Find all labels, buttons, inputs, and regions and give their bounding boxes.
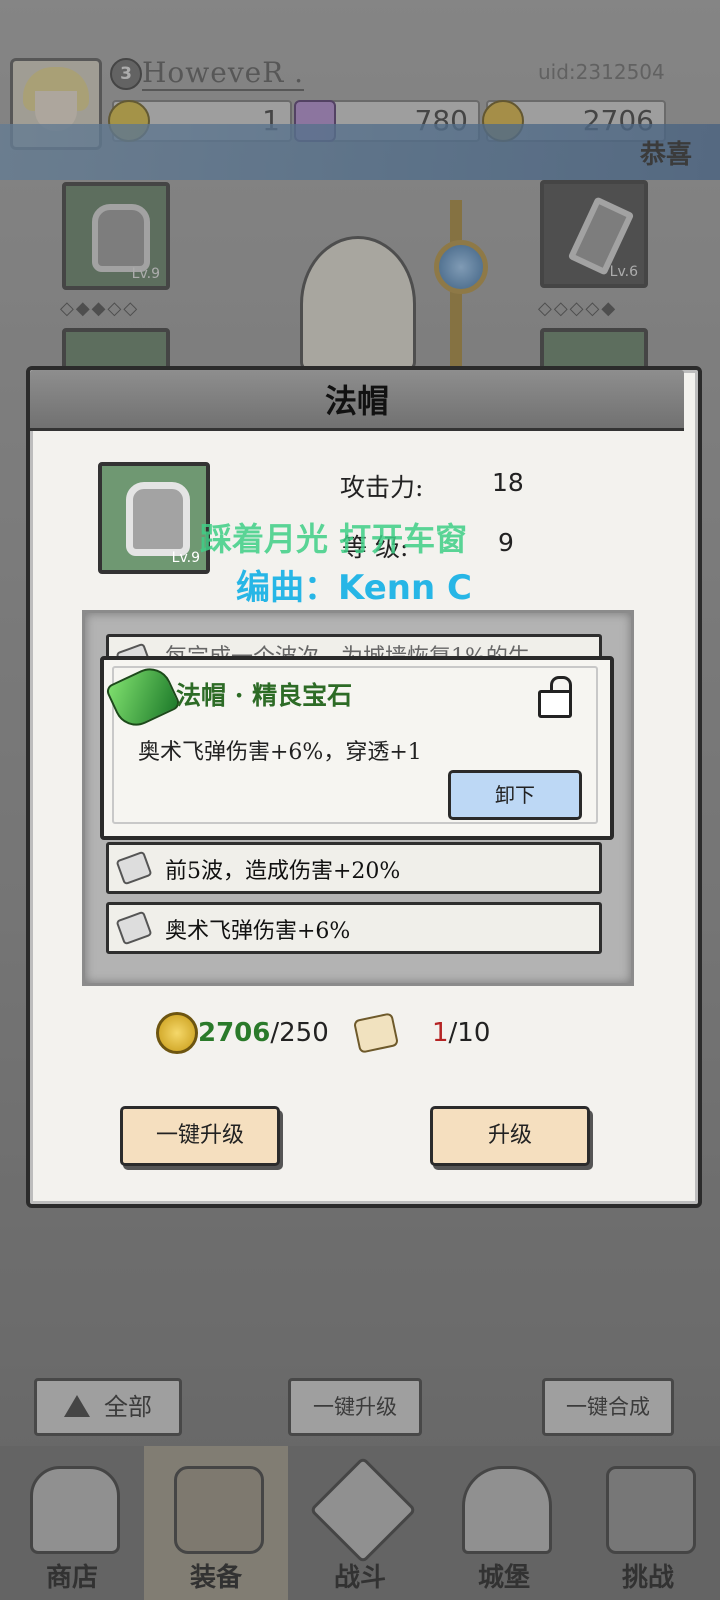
attack-label: 攻击力:	[340, 473, 424, 502]
gem-description: 奥术飞弹伤害+6%，穿透+1	[138, 740, 422, 765]
hood-icon	[126, 482, 190, 556]
upgrade-button[interactable]: 升级	[430, 1106, 590, 1166]
unlock-icon[interactable]	[538, 676, 572, 718]
affix-row[interactable]: 前5波，造成伤害+20%	[106, 842, 602, 894]
attack-value: 18	[492, 468, 524, 497]
affix-row[interactable]: 奥术飞弹伤害+6%	[106, 902, 602, 954]
gem-title: 法帽 · 精良宝石	[176, 681, 353, 710]
coin-icon	[156, 1012, 198, 1054]
stone-icon	[115, 910, 153, 946]
lyrics-overlay: 踩着月光 打开车窗	[200, 520, 468, 558]
composer-overlay: 编曲：Kenn C	[236, 568, 473, 608]
level-value: 9	[498, 528, 514, 557]
dialog-title: 法帽	[324, 382, 389, 420]
unequip-button[interactable]: 卸下	[448, 770, 582, 820]
scroll-cost: 1/10	[432, 1018, 491, 1048]
one-key-upgrade-button[interactable]: 一键升级	[120, 1106, 280, 1166]
gold-cost: 2706/250	[198, 1018, 329, 1048]
item-preview: Lv.9	[98, 462, 210, 574]
stone-icon	[115, 850, 153, 886]
